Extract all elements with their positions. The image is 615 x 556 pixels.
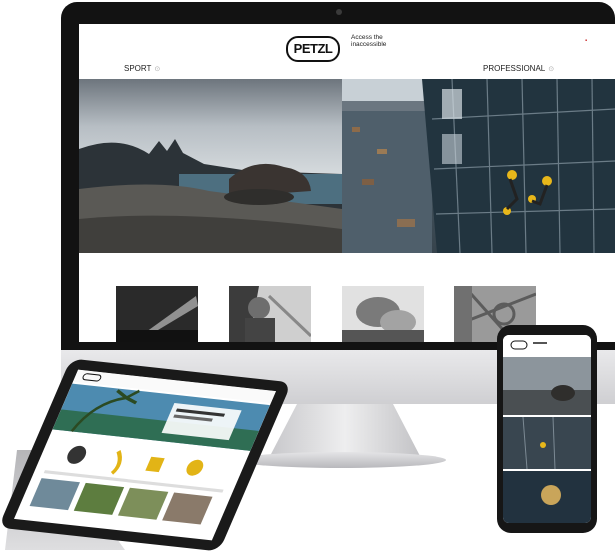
night-light-photo xyxy=(116,286,198,342)
camera-icon xyxy=(336,9,342,15)
desktop-website: PETZL Access the inaccessible ▪ SPORT ⊙ P… xyxy=(79,24,615,342)
nav-professional[interactable]: PROFESSIONAL ⊙ xyxy=(483,64,554,73)
tablet-frame xyxy=(0,358,292,552)
coast-landscape-image xyxy=(79,79,342,253)
tablet-page-preview xyxy=(29,369,277,525)
thumbnail-2[interactable] xyxy=(229,286,311,342)
hero-image-professional[interactable] xyxy=(342,79,615,253)
nav-professional-label: PROFESSIONAL xyxy=(483,64,546,73)
portrait-photo xyxy=(229,286,311,342)
phone-device xyxy=(497,325,597,533)
language-flag-icon[interactable]: ▪ xyxy=(585,38,587,44)
nav-sport-label: SPORT xyxy=(124,64,152,73)
petzl-logo[interactable]: PETZL xyxy=(286,36,340,62)
thumbnail-1[interactable] xyxy=(116,286,198,342)
site-header: PETZL Access the inaccessible ▪ SPORT ⊙ P… xyxy=(79,24,615,80)
nav-professional-arrow-icon: ⊙ xyxy=(548,66,555,73)
thumbnail-3[interactable] xyxy=(342,286,424,342)
phone-website xyxy=(503,335,591,523)
nav-sport[interactable]: SPORT ⊙ xyxy=(124,64,160,73)
phone-page-preview xyxy=(503,335,591,523)
facade-worker-image xyxy=(342,79,615,253)
hero-image-sport[interactable] xyxy=(79,79,342,253)
site-tagline: Access the inaccessible xyxy=(351,34,387,48)
nav-sport-arrow-icon: ⊙ xyxy=(154,66,161,73)
hands-photo xyxy=(342,286,424,342)
tablet-device xyxy=(0,358,292,552)
tablet-website xyxy=(13,369,277,541)
imac-stand xyxy=(270,404,420,456)
